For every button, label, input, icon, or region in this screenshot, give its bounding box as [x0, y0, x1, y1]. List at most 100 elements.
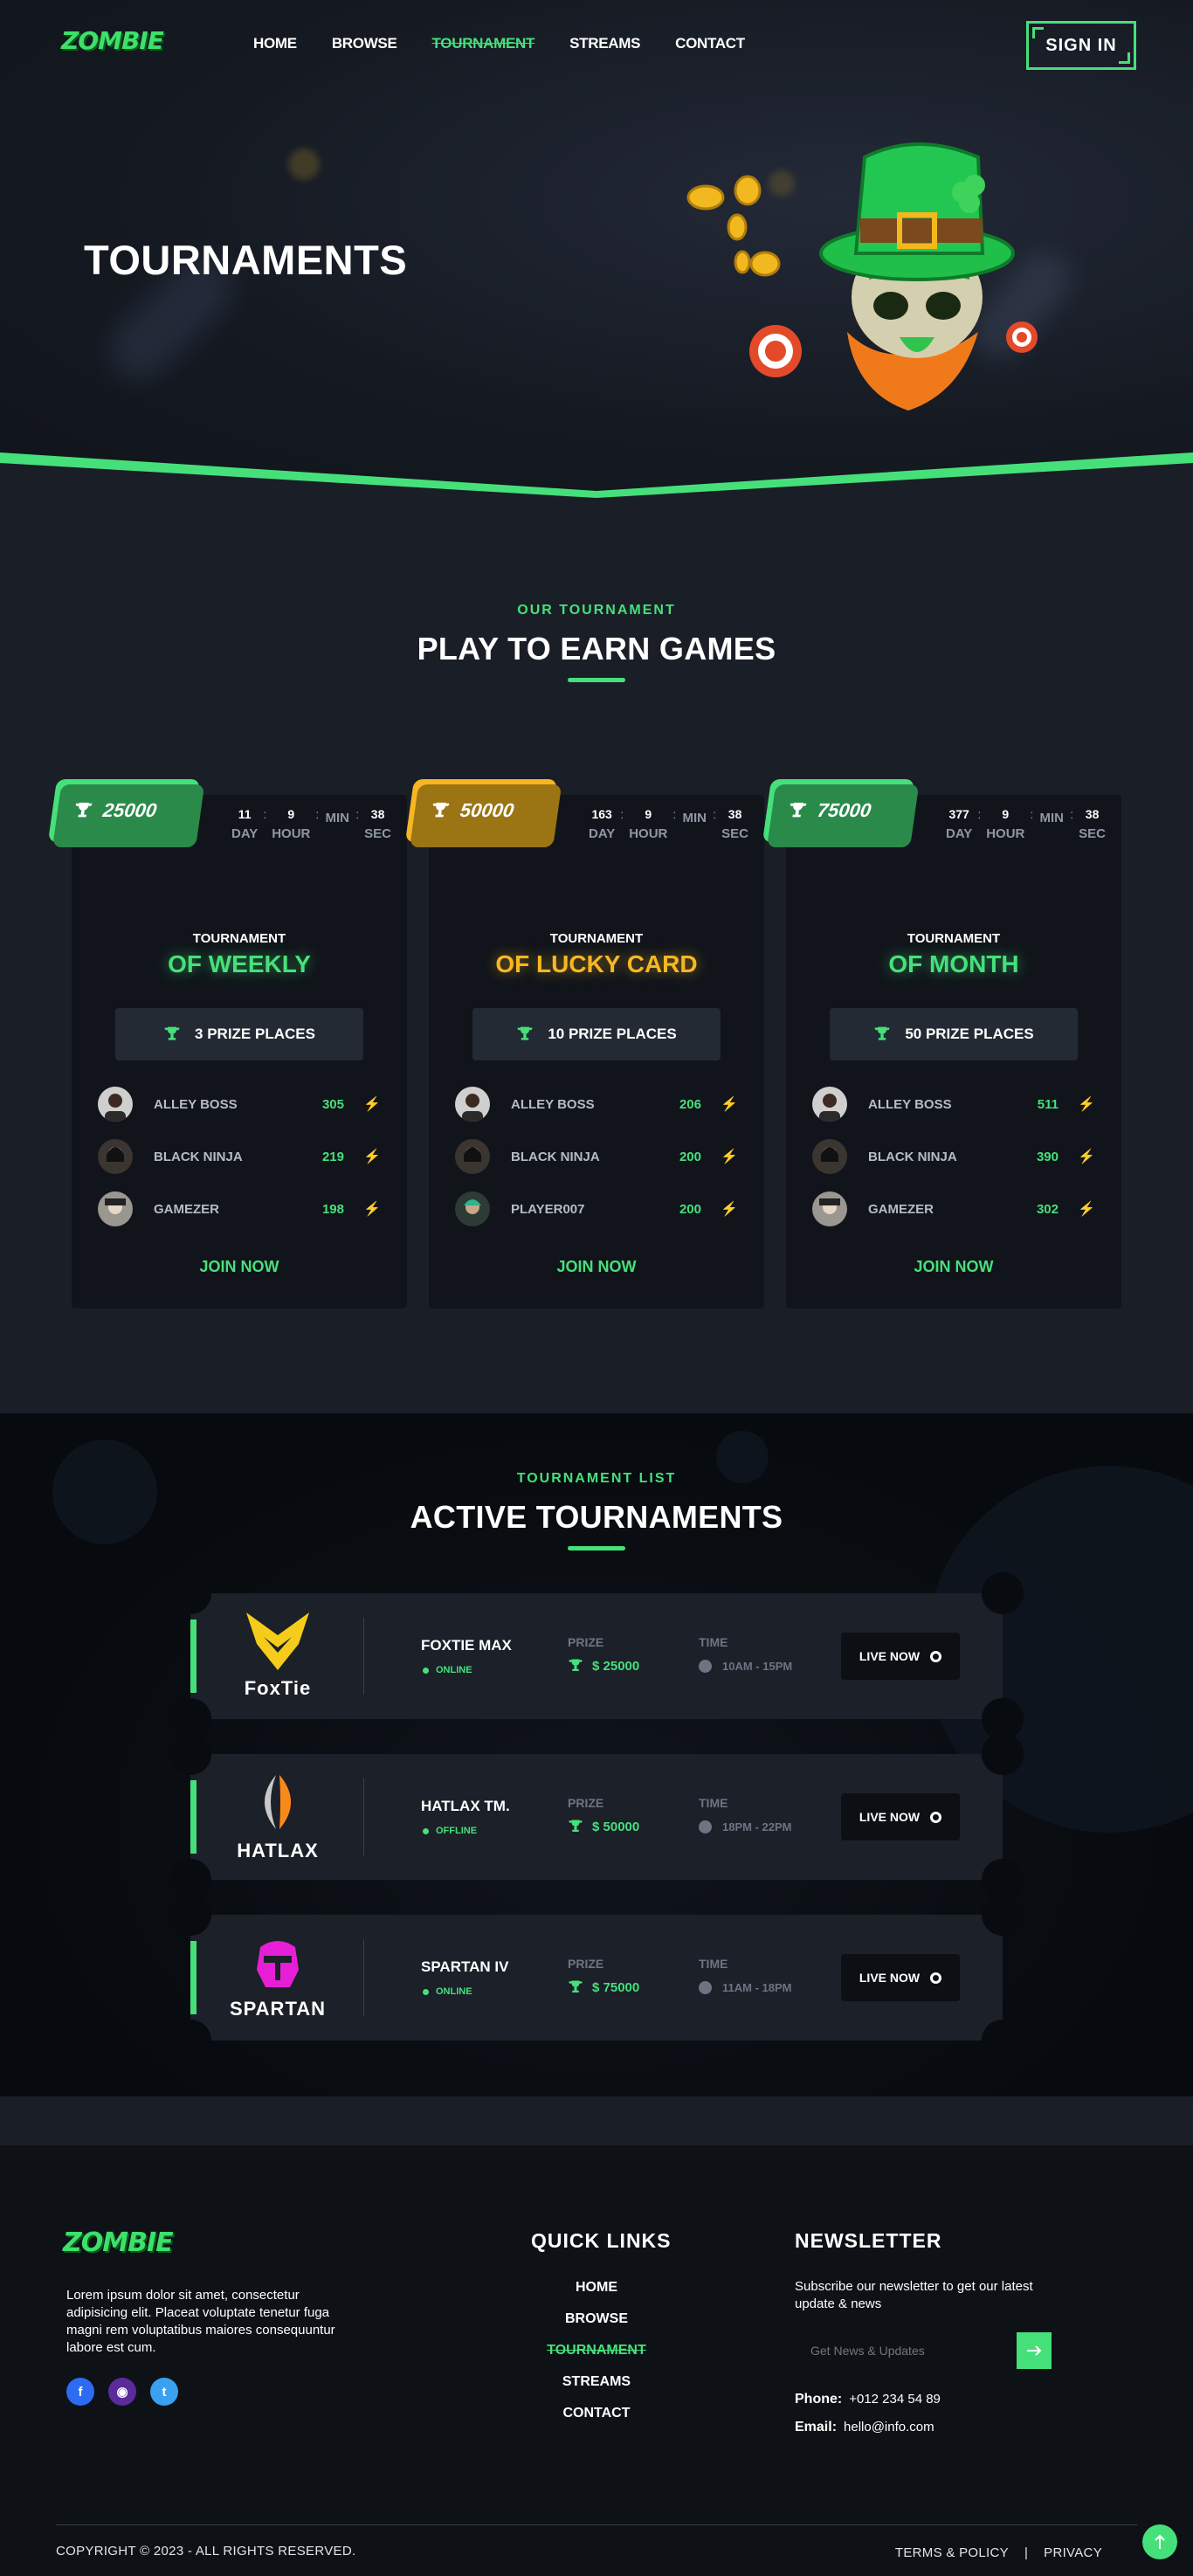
discord-icon[interactable]: ◉ [108, 2378, 136, 2406]
timer-min-label: MIN [1039, 811, 1065, 825]
timer-seconds-label: SEC [721, 826, 748, 841]
join-now-link[interactable]: JOIN NOW [429, 1258, 764, 1276]
countdown-timer: 377 DAY : 9 HOUR : MIN : 38 SEC [946, 807, 1106, 841]
brand-name: SPARTAN [229, 1998, 327, 2020]
foxtie-logo-icon [246, 1613, 309, 1670]
prize-badge: 75000 [762, 779, 920, 847]
nav-home[interactable]: HOME [253, 35, 297, 52]
player-name: BLACK NINJA [511, 1149, 600, 1164]
lightning-icon: ⚡ [721, 1150, 738, 1164]
player-avatar [98, 1087, 133, 1122]
footer-divider [56, 2524, 1137, 2525]
prize-places-label: 50 PRIZE PLACES [905, 1026, 1034, 1042]
privacy-link[interactable]: PRIVACY [1044, 2545, 1102, 2560]
timer-hours-label: HOUR [629, 826, 668, 841]
join-now-link[interactable]: JOIN NOW [786, 1258, 1121, 1276]
scroll-to-top-button[interactable] [1142, 2524, 1177, 2559]
tournament-name: HATLAX TM. [421, 1798, 510, 1814]
player-name: GAMEZER [154, 1201, 219, 1217]
countdown-timer: 11 DAY : 9 HOUR : MIN : 38 SEC [231, 807, 391, 841]
contact-email[interactable]: Email: hello@info.com [795, 2420, 934, 2435]
lightning-icon: ⚡ [1078, 1202, 1095, 1217]
brand-name: HATLAX [237, 1840, 319, 1861]
footer-logo[interactable]: ZOMBIE [63, 2227, 174, 2258]
footer-link-contact[interactable]: CONTACT [524, 2406, 669, 2421]
section-underline [568, 678, 625, 682]
footer-link-tournament[interactable]: TOURNAMENT [524, 2343, 669, 2358]
prize-badge: 50000 [404, 779, 562, 847]
newsletter-email-input[interactable] [795, 2332, 1017, 2369]
clock-icon [699, 1660, 712, 1673]
trophy-icon [790, 802, 807, 818]
leaderboard-row: ALLEY BOSS 206 ⚡ [455, 1085, 738, 1123]
nav-contact[interactable]: CONTACT [675, 35, 745, 52]
card-kicker: TOURNAMENT [907, 931, 1001, 946]
hero-decor [288, 148, 320, 180]
spartan-logo: SPARTAN [217, 1932, 339, 2023]
lightning-icon: ⚡ [721, 1202, 738, 1217]
nav-streams[interactable]: STREAMS [569, 35, 640, 52]
live-now-button[interactable]: LIVE NOW [841, 1633, 960, 1680]
site-footer: ZOMBIE Lorem ipsum dolor sit amet, conse… [0, 2145, 1193, 2576]
live-now-button[interactable]: LIVE NOW [841, 1954, 960, 2001]
player-score: 219 [321, 1149, 344, 1164]
trophy-icon [874, 1026, 890, 1040]
player-avatar [812, 1087, 847, 1122]
footer-link-home[interactable]: HOME [524, 2280, 669, 2296]
clock-icon [699, 1981, 712, 1994]
live-now-button[interactable]: LIVE NOW [841, 1793, 960, 1840]
player-name: ALLEY BOSS [154, 1096, 238, 1112]
player-avatar [455, 1191, 490, 1226]
card-kicker: TOURNAMENT [549, 931, 644, 946]
tournament-card: 25000 11 DAY : 9 HOUR : MIN : 38 SEC TOURNA… [47, 779, 407, 1309]
status-badge: ONLINE [423, 1986, 472, 1997]
site-logo[interactable]: ZOMBIE [61, 26, 164, 55]
time-label: TIME [699, 1796, 728, 1810]
leaderboard-row: BLACK NINJA 219 ⚡ [98, 1137, 381, 1176]
prize-value: $ 50000 [568, 1819, 639, 1834]
card-title: OF WEEKLY [168, 950, 311, 977]
timer-hours-label: HOUR [986, 826, 1025, 841]
player-name: BLACK NINJA [868, 1149, 957, 1164]
leaderboard-row: GAMEZER 302 ⚡ [812, 1190, 1095, 1228]
hero-section: ZOMBIE HOME BROWSE TOURNAMENT STREAMS CO… [0, 0, 1193, 498]
newsletter-description: Subscribe our newsletter to get our late… [795, 2279, 1033, 2311]
prize-places: 50 PRIZE PLACES [830, 1008, 1078, 1060]
time-value: 18PM - 22PM [699, 1820, 791, 1834]
terms-link[interactable]: TERMS & POLICY [895, 2545, 1009, 2560]
leaderboard-row: BLACK NINJA 390 ⚡ [812, 1137, 1095, 1176]
nav-browse[interactable]: BROWSE [332, 35, 397, 52]
leaderboard-row: ALLEY BOSS 511 ⚡ [812, 1085, 1095, 1123]
footer-link-streams[interactable]: STREAMS [524, 2374, 669, 2390]
tournament-name: FOXTIE MAX [421, 1637, 512, 1654]
status-badge: OFFLINE [423, 1826, 477, 1836]
join-now-link[interactable]: JOIN NOW [72, 1258, 407, 1276]
leaderboard-row: ALLEY BOSS 305 ⚡ [98, 1085, 381, 1123]
footer-link-browse[interactable]: BROWSE [524, 2311, 669, 2327]
status-badge: ONLINE [423, 1665, 472, 1675]
twitter-icon[interactable]: t [150, 2378, 178, 2406]
tournament-row: FoxTie FOXTIE MAX ONLINE PRIZE $ 25000 T… [169, 1572, 1024, 1740]
tournament-name: SPARTAN IV [421, 1958, 509, 1975]
facebook-icon[interactable]: f [66, 2378, 94, 2406]
prize-places-label: 10 PRIZE PLACES [548, 1026, 677, 1042]
leaderboard-row: GAMEZER 198 ⚡ [98, 1190, 381, 1228]
countdown-timer: 163 DAY : 9 HOUR : MIN : 38 SEC [589, 807, 748, 841]
leaderboard-row: PLAYER007 200 ⚡ [455, 1190, 738, 1228]
legal-links: TERMS & POLICY | PRIVACY [895, 2545, 1137, 2560]
quick-links-title: QUICK LINKS [531, 2229, 672, 2252]
row-accent-bar [190, 1619, 197, 1693]
newsletter-submit-button[interactable] [1017, 2332, 1052, 2369]
prize-places: 3 PRIZE PLACES [115, 1008, 363, 1060]
trophy-icon [75, 802, 93, 818]
lightning-icon: ⚡ [721, 1097, 738, 1112]
spartan-logo-icon [257, 1941, 299, 1987]
timer-seconds-label: SEC [364, 826, 391, 841]
prize-value: $ 25000 [568, 1658, 639, 1674]
sign-in-button[interactable]: SIGN IN [1026, 21, 1136, 70]
trophy-icon [569, 1820, 583, 1832]
player-name: BLACK NINJA [154, 1149, 243, 1164]
nav-tournament[interactable]: TOURNAMENT [432, 35, 535, 52]
card-kicker: TOURNAMENT [192, 931, 286, 946]
lightning-icon: ⚡ [363, 1150, 381, 1164]
